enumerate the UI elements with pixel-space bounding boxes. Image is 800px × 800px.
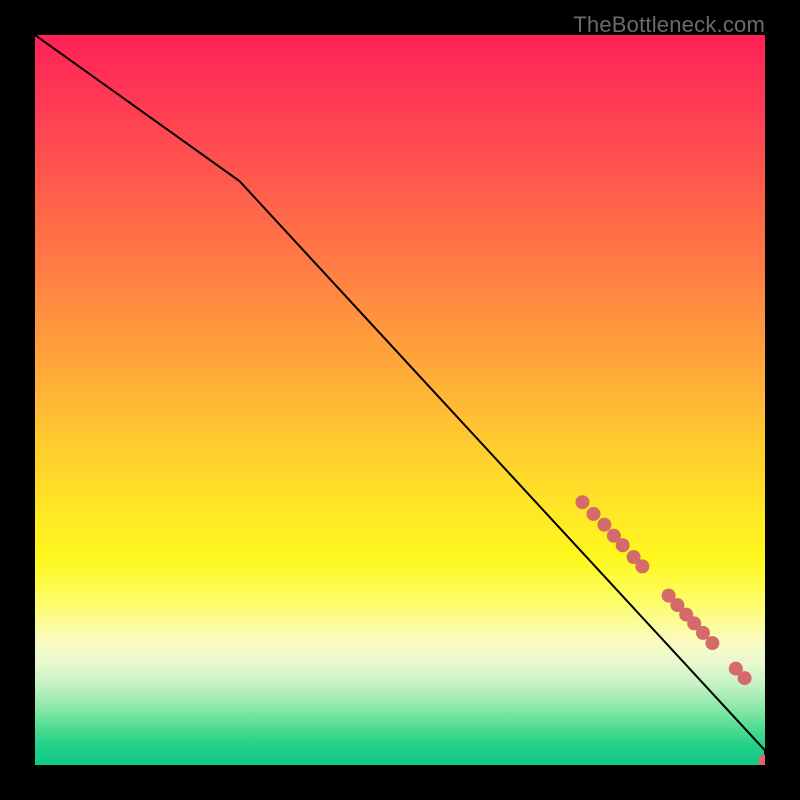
series-curve	[35, 35, 765, 765]
data-point	[635, 559, 649, 573]
marker-group	[576, 495, 766, 765]
data-point	[597, 518, 611, 532]
chart-frame: TheBottleneck.com	[0, 0, 800, 800]
data-point	[758, 754, 765, 765]
data-point	[705, 636, 719, 650]
data-point	[587, 507, 601, 521]
data-point	[576, 495, 590, 509]
data-point	[738, 671, 752, 685]
chart-overlay	[35, 35, 765, 765]
plot-area	[35, 35, 765, 765]
data-point	[616, 538, 630, 552]
